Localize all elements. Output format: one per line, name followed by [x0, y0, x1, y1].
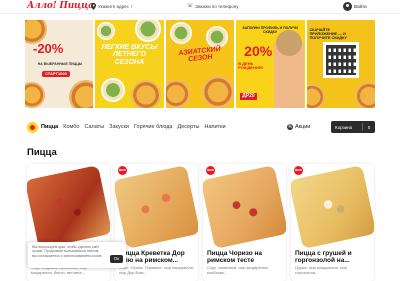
tab-combo[interactable]: Комбо	[63, 124, 79, 130]
hot-badge-icon: NEW	[118, 166, 127, 175]
login-label: Войти	[354, 4, 367, 9]
product-name: Пицца Креветка Дор Блю на римском...	[119, 250, 185, 265]
banner-asian-title: АЗИАТСКИЙ СЕЗОН	[177, 45, 221, 64]
banner-discount-sub: НА ВЫБРАННЫЕ ПИЦЦЫ	[37, 62, 83, 66]
mini-logo-icon[interactable]	[27, 122, 38, 133]
promotions-link[interactable]: % Акции	[287, 124, 310, 130]
product-image[interactable]	[27, 164, 110, 250]
banner-app[interactable]: СКАЧАЙТЕ ПРИЛОЖЕНИЕ — И ПОЛУЧИТЕ СКИДКУ	[306, 20, 375, 108]
product-card[interactable]: NEW Пицца с грушей и горгонзолой на... Г…	[291, 164, 374, 281]
product-description: Соус: «Гриль Терияки», сыр моцарелла, сы…	[119, 265, 194, 275]
product-description: Соус: томатный, сыр моцарелла, колбаски.…	[207, 265, 269, 275]
cart-count: 0	[367, 124, 371, 130]
order-by-phone[interactable]: ☏ Закажи по телефону	[187, 3, 238, 9]
banner-summer-title: ЛЕГКИЕ ВКУСЫ ЛЕТНЕГО СЕЗОНА	[101, 44, 158, 66]
tab-drinks[interactable]: Напитки	[205, 124, 226, 130]
product-name: Пицца Чоризо на римском тесте	[207, 250, 263, 265]
phone-icon: ☏	[187, 3, 194, 9]
category-tabs: Пицца Комбо Салаты Закуски Горячие блюда…	[41, 124, 226, 130]
cookie-text: Мы используем куки, чтобы сделать сайт л…	[32, 245, 103, 258]
promotions-label: Акции	[295, 124, 311, 130]
section-title: Пицца	[27, 147, 57, 158]
chevron-right-icon: ›	[130, 3, 133, 10]
location-pin-icon	[91, 3, 96, 10]
site-logo[interactable]: Алло! Пицца	[27, 1, 94, 11]
banner-asian[interactable]: АЗИАТСКИЙ СЕЗОН	[165, 20, 235, 108]
tab-desserts[interactable]: Десерты	[177, 124, 199, 130]
banner-summer[interactable]: ЛЕГКИЕ ВКУСЫ ЛЕТНЕГО СЕЗОНА	[95, 20, 164, 108]
login-button[interactable]: Войти	[343, 2, 367, 11]
order-phone-label: Закажи по телефону	[195, 3, 239, 9]
cookie-banner: Мы используем куки, чтобы сделать сайт л…	[28, 242, 126, 268]
banner-app-title: СКАЧАЙТЕ ПРИЛОЖЕНИЕ — И ПОЛУЧИТЕ СКИДКУ	[309, 28, 347, 40]
product-card[interactable]: NEW Пицца Креветка Дор Блю на римском...…	[115, 164, 198, 281]
address-selector[interactable]: Укажите адрес ›	[91, 3, 133, 10]
tab-snacks[interactable]: Закуски	[109, 124, 129, 130]
address-label: Укажите адрес	[98, 4, 129, 9]
banner-birthday-sub: В ДЕНЬ РОЖДЕНИЯ!	[238, 61, 263, 71]
percent-icon: %	[287, 124, 293, 130]
product-image[interactable]	[291, 164, 374, 250]
hot-badge-icon: NEW	[294, 166, 303, 175]
site-header: Алло! Пицца Укажите адрес › ☏ Закажи по …	[0, 0, 400, 14]
banner-birthday[interactable]: ЗАПОЛНИ ПРОФИЛЬ И ПОЛУЧИ СКИДКУ 20% В ДЕ…	[236, 20, 305, 108]
product-description: Груша, сыр моцарелла, сыр горгонзола...	[295, 265, 348, 275]
banner-birthday-value: 20%	[244, 43, 273, 59]
banner-discount[interactable]: -20% НА ВЫБРАННЫЕ ПИЦЦЫ СТАРТ1000	[25, 20, 94, 108]
banner-birthday-code: ДР20	[240, 93, 257, 101]
banner-birthday-head: ЗАПОЛНИ ПРОФИЛЬ И ПОЛУЧИ СКИДКУ	[242, 26, 298, 34]
tab-salads[interactable]: Салаты	[84, 124, 104, 130]
qr-code	[322, 42, 359, 78]
user-icon	[343, 2, 352, 11]
cookie-ok-button[interactable]: Ок	[110, 255, 123, 263]
product-name: Пицца с грушей и горгонзолой на...	[295, 250, 352, 265]
tab-hot-dishes[interactable]: Горячие блюда	[134, 124, 173, 130]
product-image[interactable]	[203, 164, 286, 250]
product-image[interactable]	[115, 164, 198, 250]
product-card[interactable]: NEW Пицца Чоризо на римском тесте Соус: …	[203, 164, 286, 281]
cart-button[interactable]: Корзина 0	[331, 121, 375, 133]
cart-label: Корзина	[335, 124, 353, 130]
tab-pizza[interactable]: Пицца	[41, 124, 58, 130]
promo-banners: -20% НА ВЫБРАННЫЕ ПИЦЦЫ СТАРТ1000 ЛЕГКИЕ…	[25, 20, 375, 108]
category-nav: Пицца Комбо Салаты Закуски Горячие блюда…	[0, 121, 400, 135]
hot-badge-icon: NEW	[206, 166, 215, 175]
banner-discount-value: -20%	[33, 41, 64, 56]
banner-promo-code: СТАРТ1000	[42, 71, 70, 78]
